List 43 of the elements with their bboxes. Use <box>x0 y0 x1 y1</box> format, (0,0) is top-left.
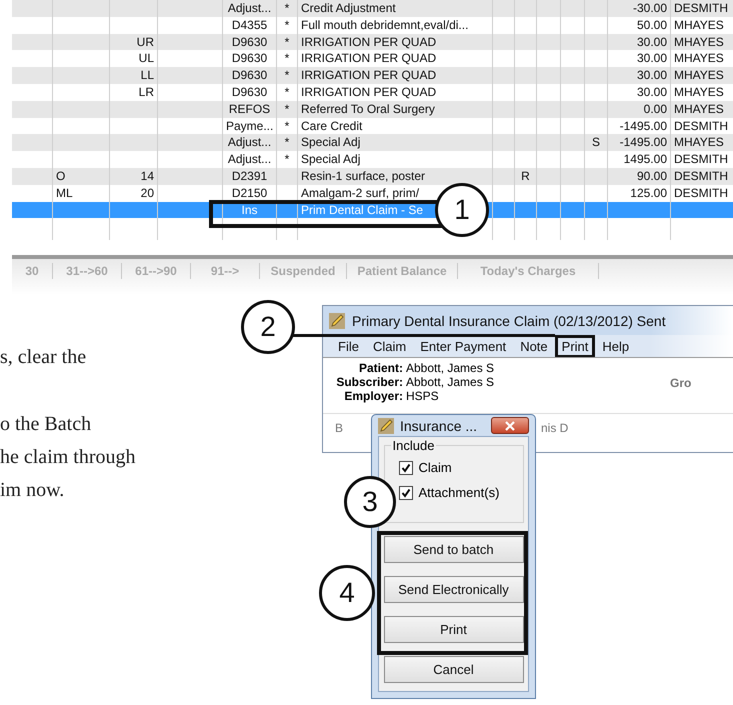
group-label: Include <box>390 438 436 454</box>
checkbox[interactable] <box>398 486 412 500</box>
menu-item[interactable]: Claim <box>368 338 410 355</box>
menu-item[interactable]: Help <box>598 338 634 355</box>
table-row[interactable]: Payme... * Care Credit -1495.00 DESMITH <box>12 118 733 134</box>
instruction-text: s, clear the <box>0 345 86 370</box>
table-row[interactable]: UR D9630 * IRRIGATION PER QUAD 30.00 MHAYES <box>12 34 733 50</box>
close-button[interactable] <box>491 417 529 434</box>
instruction-text: o the Batch he claim through im now. <box>0 412 136 504</box>
window-title: Primary Dental Insurance Claim (02/13/2012) Sent <box>352 312 666 329</box>
checkbox-label: Attachment(s) <box>418 485 500 500</box>
field-value: nis D <box>541 421 568 436</box>
pencil-icon <box>378 418 394 434</box>
table-row[interactable]: O 14 D2391 Resin-1 surface, poster R 90.00 DESMITH <box>12 168 733 185</box>
menu-item[interactable]: Enter Payment <box>416 338 510 355</box>
table-row[interactable]: REFOS * Referred To Oral Surgery 0.00 MHAYES <box>12 100 733 118</box>
menu-item[interactable]: Print <box>558 338 592 355</box>
checkbox-label: Claim <box>418 460 452 476</box>
callout-number: 4 <box>319 565 375 621</box>
dialog-button[interactable]: Cancel <box>384 656 524 684</box>
field-label: Subscriber: <box>335 375 403 390</box>
field-label: Patient: <box>358 361 403 376</box>
table-row[interactable]: Adjust... * Special Adj S -1495.00 MHAYES <box>12 134 733 152</box>
pencil-icon <box>329 312 345 329</box>
table-cell: D2150 <box>223 184 277 202</box>
table-row[interactable]: LL D9630 * IRRIGATION PER QUAD 30.00 MHAYES <box>12 67 733 84</box>
field-label: B <box>334 421 343 436</box>
dialog-button[interactable]: Print <box>384 616 524 644</box>
field-value: Abbott, James S <box>405 361 494 376</box>
checkbox[interactable] <box>398 460 412 475</box>
callout-number: 3 <box>344 476 396 528</box>
field-value: Abbott, James S <box>405 375 494 390</box>
field-label: Gro <box>670 376 692 390</box>
menu-item[interactable]: Note <box>516 338 552 355</box>
field-value: HSPS <box>405 389 439 404</box>
table-row[interactable]: Adjust... * Credit Adjustment -30.00 DESMITH <box>12 0 733 17</box>
callout-number: 2 <box>241 300 295 354</box>
menu-item[interactable]: File <box>334 338 363 355</box>
dialog-button[interactable]: Send Electronically <box>384 576 524 604</box>
dialog-button[interactable]: Send to batch <box>384 536 524 564</box>
field-label: Employer: <box>343 389 403 404</box>
close-icon <box>505 420 515 431</box>
dialog-title: Insurance ... <box>400 418 478 434</box>
